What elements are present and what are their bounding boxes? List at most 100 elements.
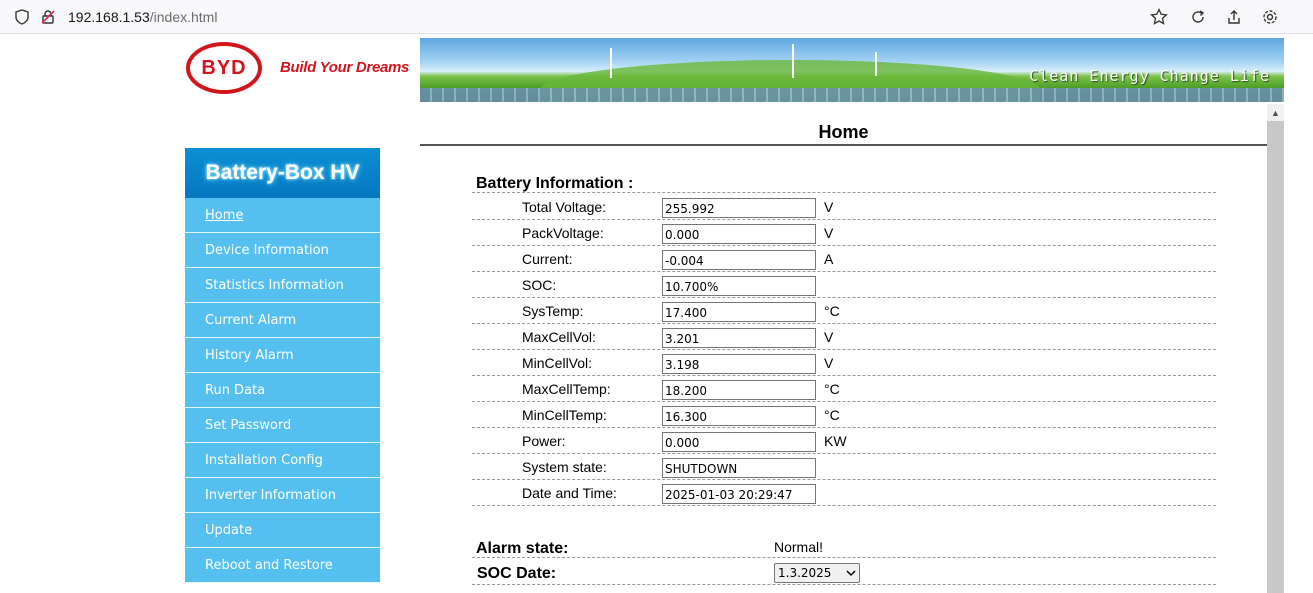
sidebar-item-reboot-and-restore[interactable]: Reboot and Restore bbox=[185, 548, 380, 583]
total-voltage-unit: V bbox=[824, 199, 834, 215]
row-divider bbox=[472, 349, 1216, 350]
current-field[interactable]: -0.004 bbox=[662, 250, 816, 270]
url-path: /index.html bbox=[149, 9, 218, 25]
soc-date-select[interactable]: 1.3.2025 bbox=[774, 563, 860, 583]
current-unit: A bbox=[824, 251, 834, 267]
sidebar-item-label: Reboot and Restore bbox=[205, 557, 333, 573]
total-voltage-label: Total Voltage: bbox=[522, 199, 607, 215]
maxcelltemp-label: MaxCellTemp: bbox=[522, 381, 611, 397]
logo-text: BYD bbox=[201, 56, 247, 79]
banner-slogan: Clean Energy Change Life bbox=[1029, 67, 1270, 85]
wind-turbine-icon bbox=[610, 48, 612, 78]
row-divider bbox=[472, 271, 1216, 272]
sidebar-item-statistics-information[interactable]: Statistics Information bbox=[185, 268, 380, 303]
reload-icon[interactable] bbox=[1188, 7, 1208, 27]
power-field[interactable]: 0.000 bbox=[662, 432, 816, 452]
sidebar-item-label: History Alarm bbox=[205, 347, 294, 363]
pack-voltage-unit: V bbox=[824, 225, 834, 241]
sidebar-item-run-data[interactable]: Run Data bbox=[185, 373, 380, 408]
pack-voltage-label: PackVoltage: bbox=[522, 225, 604, 241]
mincellvol-field[interactable]: 3.198 bbox=[662, 354, 816, 374]
share-icon[interactable] bbox=[1224, 7, 1244, 27]
url-host: 192.168.1.53 bbox=[68, 9, 150, 25]
sidebar-item-current-alarm[interactable]: Current Alarm bbox=[185, 303, 380, 338]
row-divider bbox=[472, 375, 1216, 376]
sidebar-item-set-password[interactable]: Set Password bbox=[185, 408, 380, 443]
byd-logo: BYD bbox=[186, 42, 262, 94]
maxcellvol-field[interactable]: 3.201 bbox=[662, 328, 816, 348]
title-divider bbox=[420, 144, 1267, 146]
row-divider bbox=[472, 297, 1216, 298]
maxcellvol-label: MaxCellVol: bbox=[522, 329, 596, 345]
row-divider bbox=[472, 192, 1216, 193]
address-bar[interactable]: 192.168.1.53/index.html bbox=[68, 9, 217, 25]
row-divider bbox=[472, 557, 1216, 558]
insecure-lock-icon[interactable] bbox=[38, 7, 58, 27]
row-divider bbox=[472, 584, 1216, 585]
sidebar-item-installation-config[interactable]: Installation Config bbox=[185, 443, 380, 478]
mincelltemp-field[interactable]: 16.300 bbox=[662, 406, 816, 426]
tagline: Build Your Dreams bbox=[280, 59, 410, 76]
content-scrollbar[interactable]: ▲ bbox=[1267, 104, 1284, 593]
mincellvol-label: MinCellVol: bbox=[522, 355, 593, 371]
sidebar-item-label: Device Information bbox=[205, 242, 329, 258]
sidebar-nav: Battery-Box HV Home Device Information S… bbox=[185, 148, 380, 583]
header-banner: Clean Energy Change Life bbox=[420, 38, 1284, 102]
solar-panels bbox=[420, 88, 1284, 102]
systemp-field[interactable]: 17.400 bbox=[662, 302, 816, 322]
shield-icon[interactable] bbox=[12, 7, 32, 27]
sidebar-item-history-alarm[interactable]: History Alarm bbox=[185, 338, 380, 373]
row-divider bbox=[472, 245, 1216, 246]
maxcelltemp-unit: °C bbox=[824, 381, 840, 397]
bookmark-star-icon[interactable] bbox=[1149, 7, 1169, 27]
sidebar-title: Battery-Box HV bbox=[185, 148, 380, 198]
sidebar-item-label: Set Password bbox=[205, 417, 292, 433]
byd-logo-area: BYD Build Your Dreams bbox=[180, 38, 420, 100]
system-state-field[interactable]: SHUTDOWN bbox=[662, 458, 816, 478]
sidebar-item-label: Home bbox=[205, 207, 244, 223]
power-unit: KW bbox=[824, 433, 847, 449]
date-time-field[interactable]: 2025-01-03 20:29:47 bbox=[662, 484, 816, 504]
alarm-state-label: Alarm state: bbox=[476, 540, 569, 557]
sidebar-item-device-information[interactable]: Device Information bbox=[185, 233, 380, 268]
soc-label: SOC: bbox=[522, 277, 557, 293]
soc-field[interactable]: 10.700% bbox=[662, 276, 816, 296]
mincelltemp-label: MinCellTemp: bbox=[522, 407, 607, 423]
browser-toolbar: 192.168.1.53/index.html bbox=[0, 0, 1313, 34]
soc-date-label: SOC Date: bbox=[477, 565, 557, 582]
total-voltage-field[interactable]: 255.992 bbox=[662, 198, 816, 218]
alarm-state-value: Normal! bbox=[774, 539, 824, 555]
sidebar-item-label: Update bbox=[205, 522, 253, 538]
sidebar-item-label: Current Alarm bbox=[205, 312, 297, 328]
sidebar-item-home[interactable]: Home bbox=[185, 198, 380, 233]
systemp-unit: °C bbox=[824, 303, 840, 319]
mincelltemp-unit: °C bbox=[824, 407, 840, 423]
current-label: Current: bbox=[522, 251, 573, 267]
power-label: Power: bbox=[522, 433, 566, 449]
row-divider bbox=[472, 427, 1216, 428]
pack-voltage-field[interactable]: 0.000 bbox=[662, 224, 816, 244]
maxcellvol-unit: V bbox=[824, 329, 834, 345]
gear-icon[interactable] bbox=[1260, 7, 1280, 27]
wind-turbine-icon bbox=[875, 52, 877, 76]
sidebar-item-label: Statistics Information bbox=[205, 277, 344, 293]
scroll-up-arrow-icon[interactable]: ▲ bbox=[1267, 104, 1284, 121]
sidebar-item-update[interactable]: Update bbox=[185, 513, 380, 548]
systemp-label: SysTemp: bbox=[522, 303, 584, 319]
row-divider bbox=[472, 505, 1216, 506]
wind-turbine-icon bbox=[792, 44, 794, 78]
maxcelltemp-field[interactable]: 18.200 bbox=[662, 380, 816, 400]
row-divider bbox=[472, 219, 1216, 220]
system-state-label: System state: bbox=[522, 459, 607, 475]
row-divider bbox=[472, 479, 1216, 480]
sidebar-item-label: Inverter Information bbox=[205, 487, 336, 503]
row-divider bbox=[472, 401, 1216, 402]
sidebar-item-inverter-information[interactable]: Inverter Information bbox=[185, 478, 380, 513]
row-divider bbox=[472, 323, 1216, 324]
chevron-down-icon bbox=[846, 566, 856, 580]
battery-information-heading: Battery Information : bbox=[476, 175, 634, 192]
soc-date-selected: 1.3.2025 bbox=[778, 566, 832, 580]
sidebar-item-label: Run Data bbox=[205, 382, 266, 398]
date-time-label: Date and Time: bbox=[522, 485, 617, 501]
mincellvol-unit: V bbox=[824, 355, 834, 371]
